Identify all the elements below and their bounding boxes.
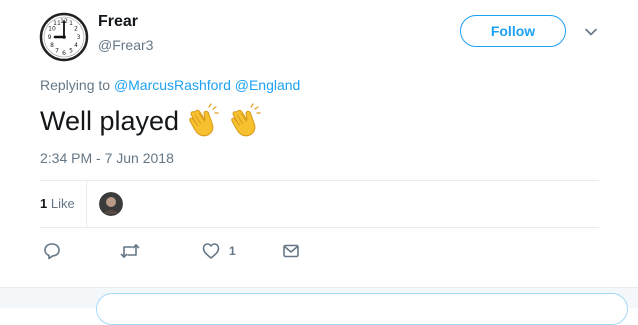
retweet-icon bbox=[120, 244, 140, 258]
divider bbox=[40, 180, 599, 181]
svg-text:3: 3 bbox=[77, 34, 81, 41]
replying-to: Replying to @MarcusRashford @England bbox=[40, 77, 300, 93]
likes-count: 1 bbox=[40, 196, 48, 211]
mention-link[interactable]: @MarcusRashford bbox=[114, 77, 231, 93]
tweet-text: Well played bbox=[40, 103, 263, 139]
svg-text:8: 8 bbox=[50, 42, 54, 49]
user-name[interactable]: Frear bbox=[98, 13, 138, 31]
divider bbox=[40, 227, 599, 228]
vertical-divider bbox=[86, 181, 87, 227]
follow-button[interactable]: Follow bbox=[460, 15, 566, 47]
mention-link[interactable]: @England bbox=[235, 77, 301, 93]
reply-icon bbox=[44, 243, 60, 260]
svg-text:5: 5 bbox=[69, 48, 73, 55]
svg-text:2: 2 bbox=[74, 26, 78, 33]
svg-text:11: 11 bbox=[53, 20, 61, 27]
heart-icon bbox=[202, 243, 220, 259]
envelope-icon bbox=[283, 244, 299, 258]
retweet-button[interactable] bbox=[120, 242, 140, 260]
clapping-hands-icon bbox=[227, 103, 263, 139]
tweet-text-content: Well played bbox=[40, 105, 180, 136]
reply-button[interactable] bbox=[43, 242, 61, 260]
direct-message-button[interactable] bbox=[282, 242, 300, 260]
user-handle[interactable]: @Frear3 bbox=[98, 37, 153, 53]
svg-text:1: 1 bbox=[69, 20, 73, 27]
chevron-down-icon[interactable] bbox=[583, 24, 599, 40]
like-button[interactable]: 1 bbox=[202, 242, 236, 260]
user-avatar-clock-icon[interactable]: 12 1 2 3 4 5 6 7 8 9 10 11 bbox=[39, 12, 89, 62]
tweet-timestamp[interactable]: 2:34 PM - 7 Jun 2018 bbox=[40, 150, 174, 166]
svg-text:4: 4 bbox=[74, 42, 78, 49]
likes-label: Like bbox=[50, 196, 75, 211]
reply-input[interactable] bbox=[96, 293, 628, 325]
liker-avatar[interactable] bbox=[99, 192, 123, 216]
tweet-card: 12 1 2 3 4 5 6 7 8 9 10 11 Frear @Frear3… bbox=[0, 0, 638, 325]
svg-text:7: 7 bbox=[55, 48, 59, 55]
svg-text:9: 9 bbox=[48, 34, 52, 41]
clapping-hands-icon bbox=[185, 103, 221, 139]
replying-to-label: Replying to bbox=[40, 77, 111, 93]
svg-text:6: 6 bbox=[62, 50, 66, 57]
likes-stat[interactable]: 1 Like bbox=[40, 196, 75, 211]
like-count: 1 bbox=[229, 244, 236, 258]
